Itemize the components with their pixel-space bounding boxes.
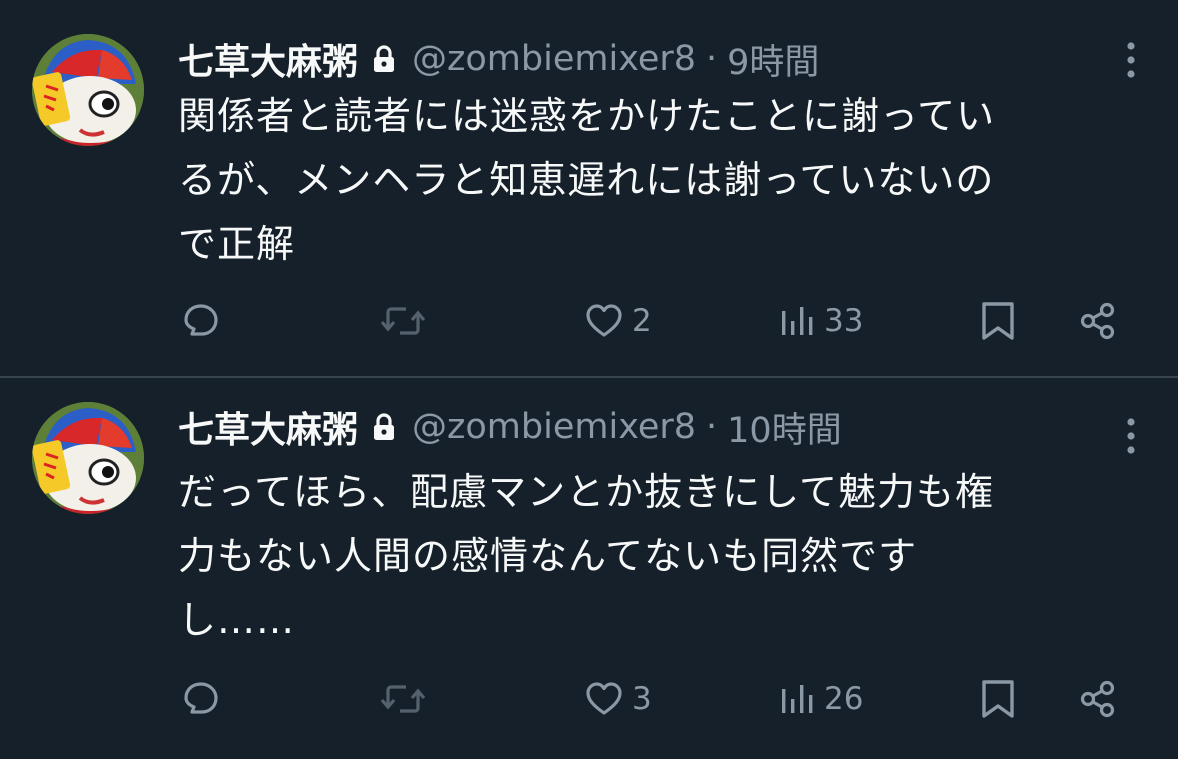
retweet-button[interactable]	[378, 296, 434, 346]
share-button[interactable]	[1076, 674, 1120, 724]
tweet-text-line: し……	[178, 598, 296, 642]
views-button[interactable]: 26	[778, 674, 863, 724]
bookmark-button[interactable]	[978, 674, 1018, 724]
tweet-text-line: で正解	[178, 222, 296, 266]
like-button[interactable]: 2	[582, 296, 652, 346]
views-icon	[778, 679, 818, 719]
retweet-icon	[378, 676, 428, 722]
retweet-icon	[378, 298, 428, 344]
lock-icon	[372, 413, 396, 441]
tweet-text-line: 関係者と読者には迷惑をかけたことに謝ってい	[178, 94, 996, 138]
share-button[interactable]	[1076, 296, 1120, 346]
display-name[interactable]: 七草大麻粥	[178, 33, 358, 85]
bookmark-icon	[978, 676, 1018, 722]
timestamp[interactable]: 9時間	[727, 34, 819, 85]
more-icon[interactable]	[1126, 40, 1136, 80]
views-count: 26	[824, 681, 864, 717]
retweet-button[interactable]	[378, 674, 434, 724]
views-icon	[778, 301, 818, 341]
tweet-text: 関係者と読者には迷惑をかけたことに謝ってい るが、メンヘラと知恵遅れには謝ってい…	[178, 84, 1148, 276]
separator: ·	[706, 407, 718, 447]
user-handle[interactable]: @zombiemixer8	[412, 39, 696, 79]
tweet[interactable]: 七草大麻粥 @zombiemixer8 · 10時間 だってほら、配慮マンとか抜…	[0, 380, 1178, 759]
reply-button[interactable]	[178, 674, 230, 724]
share-icon	[1076, 299, 1120, 343]
more-icon[interactable]	[1126, 416, 1136, 456]
lock-icon	[372, 45, 396, 73]
reply-icon	[178, 676, 224, 722]
avatar[interactable]	[32, 34, 144, 146]
like-icon	[582, 677, 626, 721]
action-bar: 3 26	[178, 674, 1128, 724]
share-icon	[1076, 677, 1120, 721]
views-button[interactable]: 33	[778, 296, 863, 346]
reply-icon	[178, 298, 224, 344]
tweet-text-line: 力もない人間の感情なんてないも同然です	[178, 534, 918, 578]
tweet-header: 七草大麻粥 @zombiemixer8 · 9時間	[178, 34, 819, 84]
bookmark-icon	[978, 298, 1018, 344]
timestamp[interactable]: 10時間	[727, 402, 842, 453]
tweet[interactable]: 七草大麻粥 @zombiemixer8 · 9時間 関係者と読者には迷惑をかけた…	[0, 0, 1178, 378]
tweet-header: 七草大麻粥 @zombiemixer8 · 10時間	[178, 402, 842, 452]
action-bar: 2 33	[178, 296, 1128, 346]
tweet-text-line: るが、メンヘラと知恵遅れには謝っていないの	[178, 158, 995, 202]
avatar[interactable]	[32, 402, 144, 514]
tweet-text-line: だってほら、配慮マンとか抜きにして魅力も権	[178, 470, 994, 514]
separator: ·	[706, 39, 718, 79]
display-name[interactable]: 七草大麻粥	[178, 401, 358, 453]
like-count: 3	[632, 681, 652, 717]
tweet-text: だってほら、配慮マンとか抜きにして魅力も権 力もない人間の感情なんてないも同然で…	[178, 460, 1148, 652]
reply-button[interactable]	[178, 296, 230, 346]
bookmark-button[interactable]	[978, 296, 1018, 346]
views-count: 33	[824, 303, 864, 339]
like-icon	[582, 299, 626, 343]
like-count: 2	[632, 303, 652, 339]
user-handle[interactable]: @zombiemixer8	[412, 407, 696, 447]
like-button[interactable]: 3	[582, 674, 652, 724]
